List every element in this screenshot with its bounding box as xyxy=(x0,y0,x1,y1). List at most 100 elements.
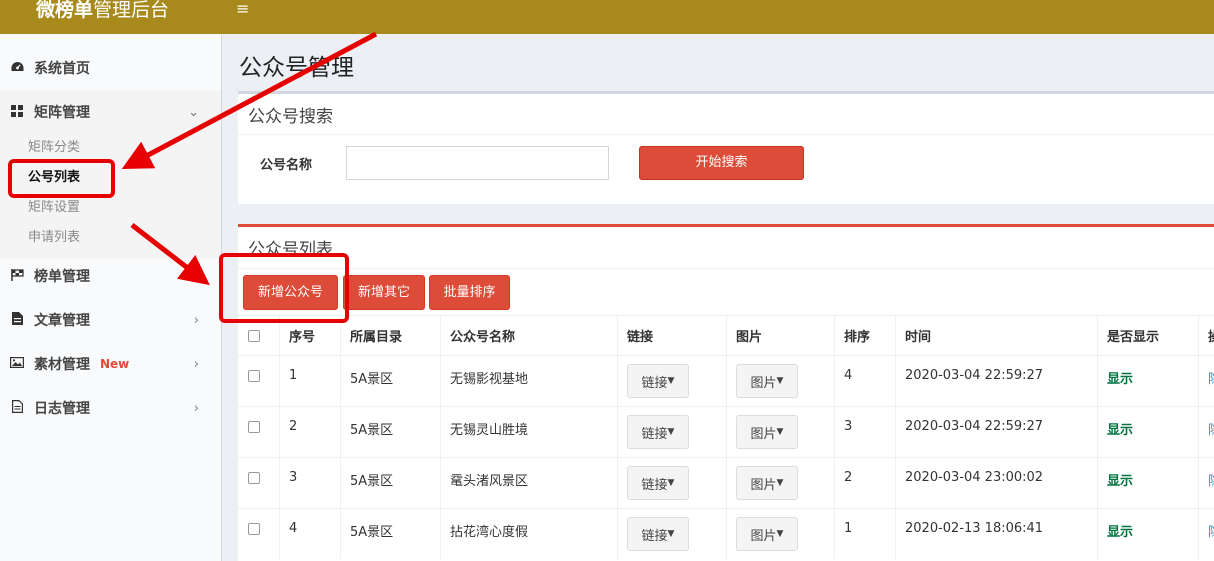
row-account-name: 拈花湾心度假 xyxy=(440,509,617,559)
row-checkbox[interactable] xyxy=(248,370,260,382)
main-content: 公众号管理 公众号搜索 公号名称 开始搜索 公众号列表 新增公众号 新增其它 批… xyxy=(223,34,1214,561)
row-number: 3 xyxy=(279,458,340,508)
caret-down-icon: ▼ xyxy=(667,376,675,386)
row-hide-link[interactable]: 隐 xyxy=(1198,356,1214,406)
row-directory: 5A景区 xyxy=(340,356,440,406)
column-header: 所属目录 xyxy=(340,316,440,355)
table-row: 2 5A景区 无锡灵山胜境 链接 ▼ 图片 ▼ 3 2020-03-04 22:59… xyxy=(238,406,1214,457)
search-panel: 公众号搜索 公号名称 开始搜索 xyxy=(238,91,1214,204)
image-dropdown-button[interactable]: 图片 ▼ xyxy=(736,415,798,449)
caret-down-icon: ▼ xyxy=(667,478,675,488)
dashboard-icon xyxy=(10,61,24,76)
row-hide-link[interactable]: 隐 xyxy=(1198,407,1214,457)
search-panel-title: 公众号搜索 xyxy=(248,107,333,127)
sidebar-item-label: 榜单管理 xyxy=(34,269,90,285)
annotation-highlight-box xyxy=(219,253,349,323)
link-dropdown-button[interactable]: 链接 ▼ xyxy=(627,517,689,551)
table-header-row: 序号 所属目录 公众号名称 链接 图片 排序 时间 是否显示 操 xyxy=(238,315,1214,355)
account-list-panel: 公众号列表 新增公众号 新增其它 批量排序 序号 所属目录 公众号名称 链接 图… xyxy=(238,224,1214,561)
chevron-down-icon: ⌄ xyxy=(188,104,199,120)
link-dropdown-button[interactable]: 链接 ▼ xyxy=(627,364,689,398)
row-time: 2020-03-04 22:59:27 xyxy=(895,407,1097,457)
search-button[interactable]: 开始搜索 xyxy=(639,146,804,180)
column-header: 公众号名称 xyxy=(440,316,617,355)
submenu-item-applications[interactable]: 申请列表 xyxy=(28,223,80,253)
sidebar-item-label: 系统首页 xyxy=(34,61,90,77)
file-icon xyxy=(10,312,24,328)
column-header: 图片 xyxy=(726,316,834,355)
row-sort: 2 xyxy=(834,458,895,508)
sidebar-toggle-icon[interactable]: ≡ xyxy=(236,0,249,18)
image-dropdown-button[interactable]: 图片 ▼ xyxy=(736,517,798,551)
row-sort: 1 xyxy=(834,509,895,559)
column-header: 是否显示 xyxy=(1097,316,1198,355)
sidebar-item-matrix[interactable]: 矩阵管理 ⌄ xyxy=(0,90,221,134)
batch-sort-button[interactable]: 批量排序 xyxy=(429,275,510,310)
sidebar-item-materials[interactable]: 素材管理 New › xyxy=(0,342,221,386)
add-other-button[interactable]: 新增其它 xyxy=(343,275,425,310)
row-account-name: 无锡影视基地 xyxy=(440,356,617,406)
sidebar: 系统首页 矩阵管理 ⌄ 矩阵分类 公号列表 矩阵设置 申请列表 榜单管理 文章管… xyxy=(0,34,222,561)
column-header: 排序 xyxy=(834,316,895,355)
sidebar-item-label: 素材管理 xyxy=(34,357,90,373)
row-checkbox[interactable] xyxy=(248,421,260,433)
sidebar-item-logs[interactable]: 日志管理 › xyxy=(0,386,221,430)
doc-icon xyxy=(10,400,24,416)
flag-icon xyxy=(10,268,24,284)
column-header: 时间 xyxy=(895,316,1097,355)
row-number: 1 xyxy=(279,356,340,406)
row-visible-status: 显示 xyxy=(1097,407,1198,457)
row-time: 2020-02-13 18:06:41 xyxy=(895,509,1097,559)
chevron-right-icon: › xyxy=(193,312,199,328)
link-dropdown-button[interactable]: 链接 ▼ xyxy=(627,466,689,500)
chevron-right-icon: › xyxy=(193,400,199,416)
chevron-right-icon: › xyxy=(193,356,199,372)
row-hide-link[interactable]: 隐 xyxy=(1198,509,1214,559)
row-sort: 3 xyxy=(834,407,895,457)
row-account-name: 无锡灵山胜境 xyxy=(440,407,617,457)
select-all-checkbox[interactable] xyxy=(248,329,260,342)
column-header: 链接 xyxy=(617,316,726,355)
caret-down-icon: ▼ xyxy=(776,529,784,539)
row-directory: 5A景区 xyxy=(340,407,440,457)
caret-down-icon: ▼ xyxy=(667,529,675,539)
sidebar-item-label: 日志管理 xyxy=(34,401,90,417)
row-number: 4 xyxy=(279,509,340,559)
row-checkbox[interactable] xyxy=(248,472,260,484)
row-hide-link[interactable]: 隐 xyxy=(1198,458,1214,508)
caret-down-icon: ▼ xyxy=(667,427,675,437)
caret-down-icon: ▼ xyxy=(776,376,784,386)
caret-down-icon: ▼ xyxy=(776,478,784,488)
table-row: 4 5A景区 拈花湾心度假 链接 ▼ 图片 ▼ 1 2020-02-13 18:06… xyxy=(238,508,1214,559)
row-time: 2020-03-04 23:00:02 xyxy=(895,458,1097,508)
sidebar-item-label: 文章管理 xyxy=(34,313,90,329)
row-visible-status: 显示 xyxy=(1097,458,1198,508)
table-row: 3 5A景区 鼋头渚风景区 链接 ▼ 图片 ▼ 2 2020-03-04 23:00… xyxy=(238,457,1214,508)
sidebar-item-ranking[interactable]: 榜单管理 xyxy=(0,254,221,298)
row-checkbox[interactable] xyxy=(248,523,260,535)
link-dropdown-button[interactable]: 链接 ▼ xyxy=(627,415,689,449)
sidebar-item-articles[interactable]: 文章管理 › xyxy=(0,298,221,342)
new-badge: New xyxy=(100,357,130,371)
row-sort: 4 xyxy=(834,356,895,406)
annotation-highlight-box xyxy=(8,159,115,198)
image-dropdown-button[interactable]: 图片 ▼ xyxy=(736,364,798,398)
row-account-name: 鼋头渚风景区 xyxy=(440,458,617,508)
column-header: 操 xyxy=(1198,316,1214,355)
image-icon xyxy=(10,357,25,371)
sidebar-item-label: 矩阵管理 xyxy=(34,105,90,121)
top-navbar: 微榜单管理后台 ≡ xyxy=(0,0,1214,34)
sidebar-item-dashboard[interactable]: 系统首页 xyxy=(0,46,221,90)
caret-down-icon: ▼ xyxy=(776,427,784,437)
account-name-label: 公号名称 xyxy=(260,158,313,173)
app-logo[interactable]: 微榜单管理后台 xyxy=(0,0,222,34)
account-name-input[interactable] xyxy=(346,146,609,180)
row-directory: 5A景区 xyxy=(340,509,440,559)
page-title: 公众号管理 xyxy=(239,55,354,81)
table-row: 1 5A景区 无锡影视基地 链接 ▼ 图片 ▼ 4 2020-03-04 22:59… xyxy=(238,355,1214,406)
row-directory: 5A景区 xyxy=(340,458,440,508)
image-dropdown-button[interactable]: 图片 ▼ xyxy=(736,466,798,500)
row-number: 2 xyxy=(279,407,340,457)
grid-icon xyxy=(10,104,24,120)
row-visible-status: 显示 xyxy=(1097,509,1198,559)
